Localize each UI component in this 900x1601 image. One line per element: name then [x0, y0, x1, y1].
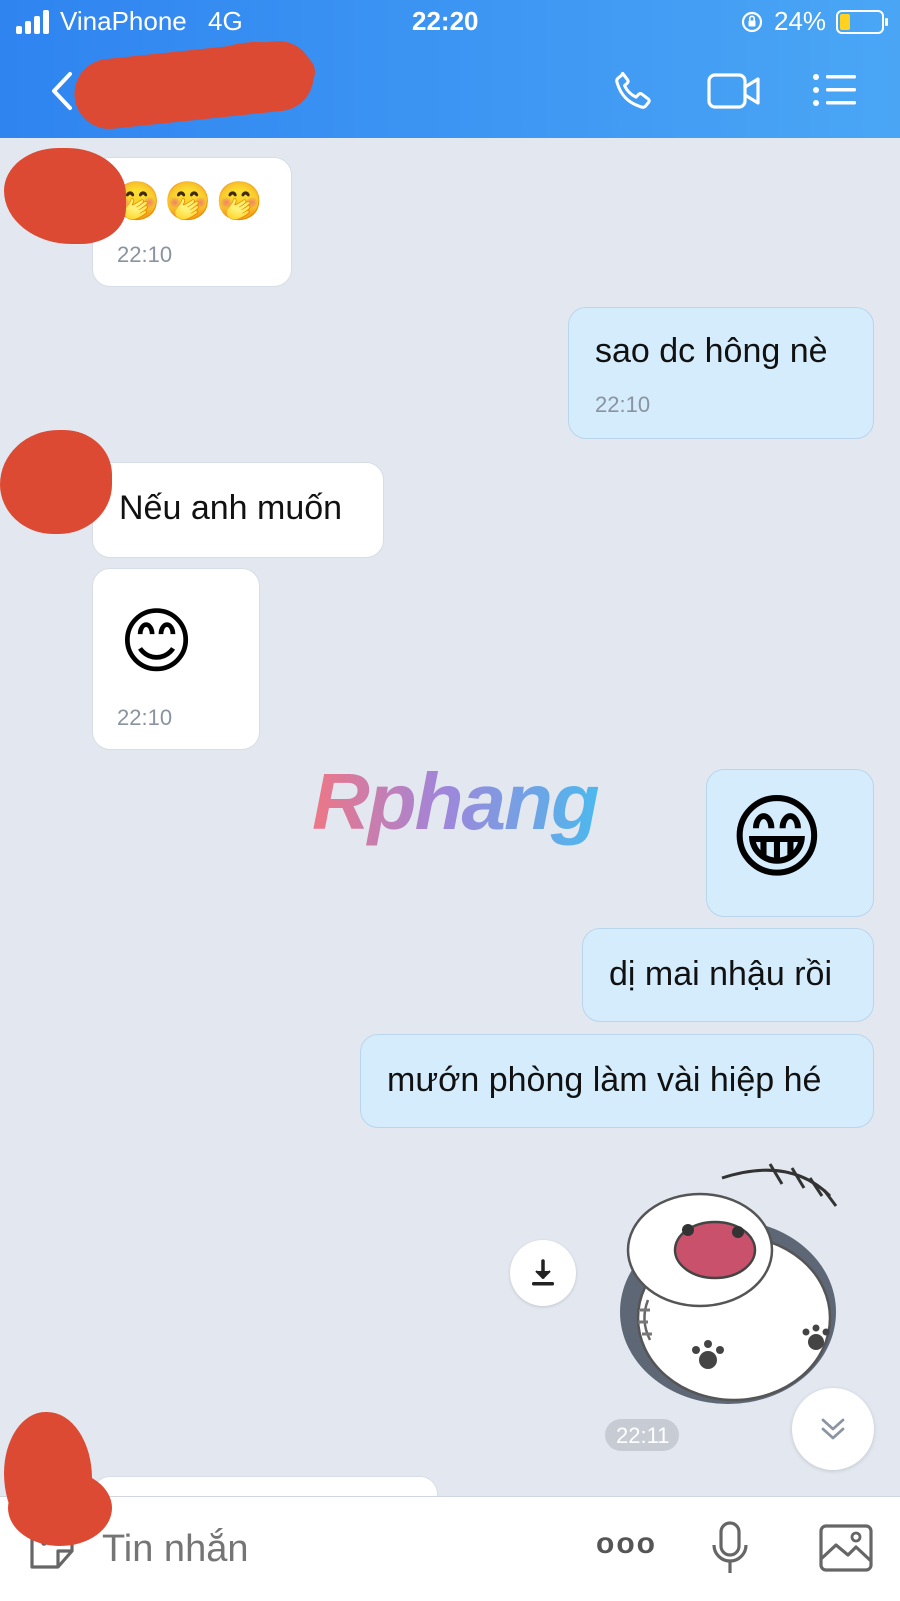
voice-call-button[interactable]: [610, 68, 656, 114]
incoming-message-bubble[interactable]: Nếu anh muốn: [92, 462, 384, 558]
download-icon: [532, 1259, 554, 1286]
orientation-lock-icon: [740, 10, 764, 39]
message-time: 22:10: [117, 242, 173, 267]
incoming-message-bubble[interactable]: 😊 22:10: [92, 568, 260, 750]
more-options-button[interactable]: ooo: [596, 1527, 656, 1567]
message-text: sao dc hông nè: [595, 332, 828, 370]
status-time: 22:20: [412, 6, 479, 36]
battery-percent: 24%: [774, 6, 827, 36]
download-sticker-button[interactable]: [510, 1240, 576, 1306]
more-options-label: ooo: [596, 1527, 657, 1560]
outgoing-message-bubble[interactable]: sao dc hông nè 22:10: [568, 307, 874, 439]
network-type: 4G: [208, 6, 243, 36]
sticker-image: [620, 1163, 838, 1404]
signal-icon: [16, 10, 52, 34]
avatar-redacted: [0, 430, 112, 534]
message-text: mướn phòng làm vài hiệp hé: [387, 1061, 822, 1099]
message-time: 22:11: [616, 1423, 670, 1448]
emoji-content: 😊: [119, 602, 195, 682]
avatar-redacted: [8, 1470, 112, 1546]
carrier-name: VinaPhone: [60, 6, 187, 36]
message-time: 22:10: [595, 392, 651, 417]
message-text: dị mai nhậu rồi: [609, 955, 833, 993]
message-text: Nếu anh muốn: [119, 489, 343, 527]
menu-list-icon: [813, 74, 856, 106]
chat-header: VinaPhone 4G 22:20 24%: [0, 0, 900, 138]
battery-icon: [836, 10, 888, 34]
image-gallery-icon: [819, 1524, 873, 1572]
chat-menu-button[interactable]: [812, 72, 858, 108]
microphone-icon: [712, 1521, 748, 1573]
video-call-button[interactable]: [706, 70, 762, 112]
emoji-content: 😁: [729, 787, 825, 889]
outgoing-message-bubble[interactable]: mướn phòng làm vài hiệp hé: [360, 1034, 874, 1128]
send-image-button[interactable]: [818, 1523, 874, 1580]
message-input-bar: ooo: [0, 1496, 900, 1601]
message-time: 22:10: [117, 705, 173, 730]
double-chevron-down-icon: [821, 1418, 845, 1440]
contact-name-redacted: [200, 42, 315, 102]
back-button[interactable]: [46, 70, 76, 112]
back-arrow-icon: [52, 72, 72, 110]
sticker-time-pill: 22:11: [605, 1419, 679, 1451]
phone-icon: [615, 71, 651, 109]
outgoing-message-bubble[interactable]: dị mai nhậu rồi: [582, 928, 874, 1022]
voice-message-button[interactable]: [708, 1519, 752, 1584]
message-input[interactable]: [100, 1523, 544, 1575]
cat-sticker[interactable]: [610, 1160, 860, 1410]
watermark-logo: Rphang: [312, 757, 600, 846]
outgoing-message-bubble[interactable]: 😁: [706, 769, 874, 917]
scroll-to-bottom-button[interactable]: [792, 1388, 874, 1470]
video-camera-icon: [707, 73, 760, 109]
emoji-content: 🤭🤭🤭: [113, 181, 267, 223]
